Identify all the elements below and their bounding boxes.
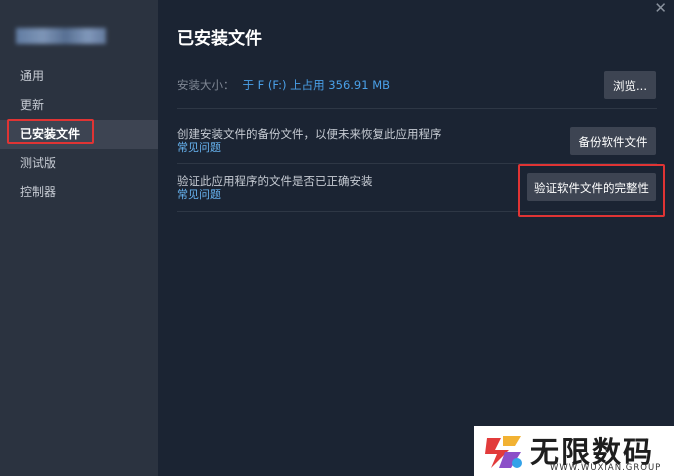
wuxian-logo-icon bbox=[485, 436, 522, 468]
watermark: 无限数码 WWW.WUXIAN.GROUP bbox=[474, 426, 674, 476]
sidebar: 通用 更新 已安装文件 测试版 控制器 bbox=[0, 0, 158, 476]
watermark-subtitle: WWW.WUXIAN.GROUP bbox=[550, 463, 662, 473]
sidebar-item-betas[interactable]: 测试版 bbox=[0, 149, 158, 178]
close-icon[interactable]: ✕ bbox=[654, 1, 667, 16]
sidebar-item-updates[interactable]: 更新 bbox=[0, 91, 158, 120]
page-title: 已安装文件 bbox=[177, 29, 262, 49]
install-size-row: 安装大小： 于 F (F:) 上占用 356.91 MB bbox=[177, 66, 657, 109]
sidebar-item-controller[interactable]: 控制器 bbox=[0, 178, 158, 207]
backup-files-button[interactable]: 备份软件文件 bbox=[570, 127, 656, 155]
highlight-box-verify bbox=[518, 164, 665, 217]
game-title-blurred bbox=[16, 28, 106, 44]
highlight-box-nav bbox=[7, 119, 94, 144]
browse-button[interactable]: 浏览... bbox=[604, 71, 656, 99]
main-panel: ✕ 已安装文件 安装大小： 于 F (F:) 上占用 356.91 MB 浏览..… bbox=[158, 0, 674, 476]
install-size-label: 安装大小： bbox=[177, 78, 235, 92]
install-size-value: 于 F (F:) 上占用 356.91 MB bbox=[242, 78, 391, 92]
sidebar-item-general[interactable]: 通用 bbox=[0, 62, 158, 91]
